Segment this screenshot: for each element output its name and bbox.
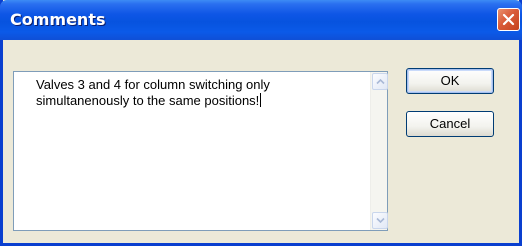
dialog-title: Comments <box>10 10 106 29</box>
scroll-up-arrow-icon <box>376 78 385 85</box>
scroll-down-arrow-icon <box>376 217 385 224</box>
vertical-scrollbar[interactable] <box>370 72 388 230</box>
close-icon <box>502 13 515 26</box>
comment-value: Valves 3 and 4 for column switching only… <box>36 77 270 108</box>
scroll-up-button[interactable] <box>372 73 388 90</box>
scroll-down-button[interactable] <box>372 212 388 229</box>
comment-text[interactable]: Valves 3 and 4 for column switching only… <box>36 77 366 109</box>
text-caret <box>260 93 262 107</box>
comments-dialog: Comments Valves 3 and 4 for column switc… <box>0 0 522 246</box>
close-button[interactable] <box>497 8 520 31</box>
comment-textarea[interactable]: Valves 3 and 4 for column switching only… <box>13 71 388 231</box>
cancel-button[interactable]: Cancel <box>406 111 494 137</box>
ok-button[interactable]: OK <box>406 68 494 94</box>
title-bar[interactable]: Comments <box>0 0 522 40</box>
